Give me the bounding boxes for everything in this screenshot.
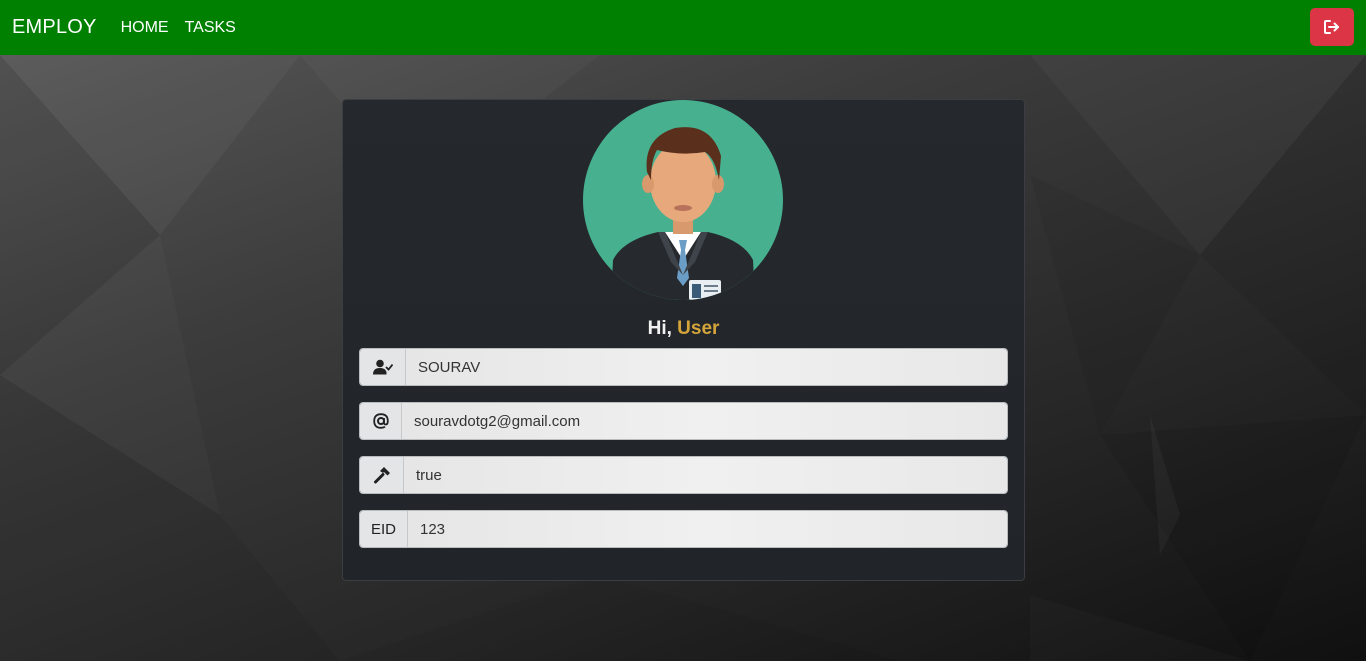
eid-field-group: EID xyxy=(359,510,1008,548)
role-field-group xyxy=(359,456,1008,494)
sign-out-icon xyxy=(1324,20,1339,34)
email-field-group xyxy=(359,402,1008,440)
profile-card: Hi, User EID xyxy=(342,99,1025,581)
name-input[interactable] xyxy=(406,349,1007,385)
name-field-group xyxy=(359,348,1008,386)
top-navbar: EMPLOY HOME TASKS xyxy=(0,0,1366,55)
hammer-icon xyxy=(360,457,404,493)
brand-logo[interactable]: EMPLOY xyxy=(12,16,97,39)
employee-avatar xyxy=(583,100,783,300)
logout-button[interactable] xyxy=(1310,8,1354,46)
eid-label: EID xyxy=(360,511,408,547)
user-check-icon xyxy=(360,349,406,385)
role-input[interactable] xyxy=(404,457,1007,493)
greeting: Hi, User xyxy=(343,318,1024,340)
nav-link-tasks[interactable]: TASKS xyxy=(185,19,236,37)
at-icon xyxy=(360,403,402,439)
greeting-name: User xyxy=(677,318,720,339)
nav-link-home[interactable]: HOME xyxy=(121,19,169,37)
eid-input[interactable] xyxy=(408,511,1007,547)
email-input[interactable] xyxy=(402,403,1007,439)
greeting-prefix: Hi, xyxy=(647,318,672,339)
